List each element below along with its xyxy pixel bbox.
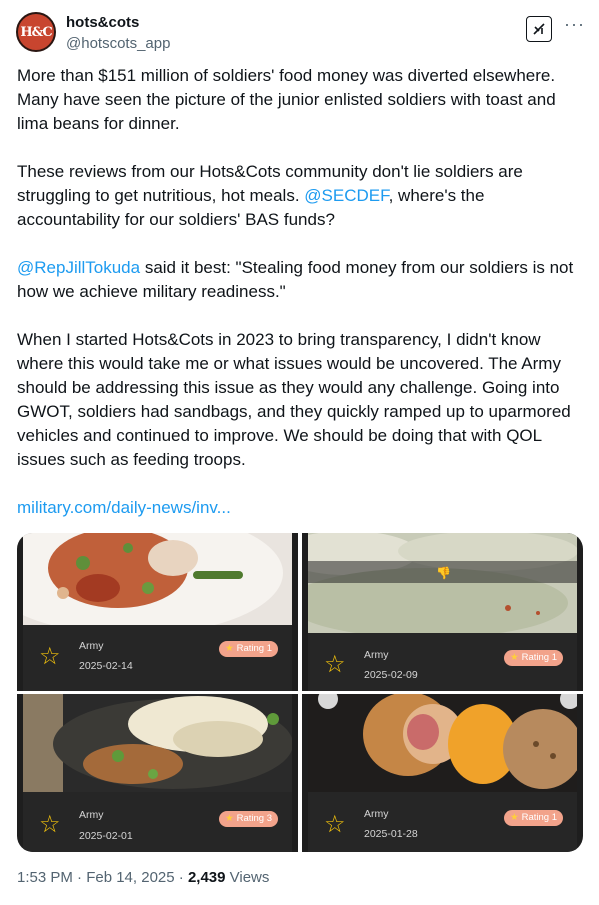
review-card: ☆ Army 2025-02-14 ★ Rating 1: [23, 625, 292, 691]
avatar-logo-text: H&C: [20, 24, 52, 40]
rating-badge: ★ Rating 1: [504, 650, 563, 666]
review-image-2[interactable]: 👎 ☆ Army 2025-02-09 ★ Rating 1: [302, 533, 583, 691]
grok-icon[interactable]: [526, 16, 552, 42]
rating-star-icon: ★: [510, 812, 519, 823]
mention-secdef[interactable]: @SECDEF: [304, 186, 388, 205]
rating-badge: ★ Rating 1: [219, 641, 278, 657]
author-names: hots&cots @hotscots_app: [66, 14, 170, 54]
review-branch: Army: [79, 640, 104, 652]
review-date: 2025-02-01: [79, 830, 133, 842]
mention-repjilltokuda[interactable]: @RepJillTokuda: [17, 258, 140, 277]
review-branch: Army: [364, 649, 389, 661]
tweet-timestamp[interactable]: 1:53 PM · Feb 14, 2025 ·: [17, 869, 188, 886]
rating-label: Rating 1: [521, 812, 557, 823]
media-grid: ☆ Army 2025-02-14 ★ Rating 1 👎 ☆ Army 202…: [17, 533, 583, 852]
review-card: ☆ Army 2025-01-28 ★ Rating 1: [308, 792, 577, 852]
tweet-header: H&C hots&cots @hotscots_app ···: [16, 10, 585, 58]
review-card: ☆ Army 2025-02-09 ★ Rating 1: [308, 633, 577, 691]
tweet-link-paragraph: military.com/daily-news/inv...: [17, 496, 583, 520]
display-name[interactable]: hots&cots: [66, 14, 170, 32]
article-link[interactable]: military.com/daily-news/inv...: [17, 498, 231, 517]
review-date: 2025-02-09: [364, 669, 418, 681]
rating-star-icon: ★: [225, 813, 234, 824]
rating-label: Rating 1: [236, 643, 272, 654]
food-photo: [23, 533, 292, 625]
tweet-paragraph-1: More than $151 million of soldiers' food…: [17, 66, 556, 133]
review-date: 2025-01-28: [364, 828, 418, 840]
review-branch: Army: [79, 809, 104, 821]
rating-label: Rating 1: [521, 652, 557, 663]
rating-badge: ★ Rating 1: [504, 810, 563, 826]
review-image-4[interactable]: ☆ Army 2025-01-28 ★ Rating 1: [302, 694, 583, 852]
svg-text:👎: 👎: [436, 566, 451, 580]
more-options-icon[interactable]: ···: [564, 14, 585, 35]
views-count: 2,439: [187, 869, 226, 886]
tweet-paragraph-3: @RepJillTokuda said it best: "Stealing f…: [17, 256, 583, 304]
review-image-3[interactable]: ☆ Army 2025-02-01 ★ Rating 3: [17, 694, 298, 852]
food-photo: 👎: [308, 533, 577, 633]
avatar[interactable]: H&C: [16, 12, 56, 52]
review-branch: Army: [364, 808, 389, 820]
star-icon: ☆: [39, 643, 61, 670]
user-handle[interactable]: @hotscots_app: [66, 34, 170, 54]
review-date: 2025-02-14: [79, 660, 133, 672]
review-card: ☆ Army 2025-02-01 ★ Rating 3: [23, 792, 292, 852]
star-icon: ☆: [324, 651, 346, 678]
food-photo: [308, 694, 577, 792]
tweet-meta: 1:53 PM · Feb 14, 2025 · 2,439 Views: [17, 869, 269, 886]
tweet-paragraph-2: These reviews from our Hots&Cots communi…: [17, 160, 583, 232]
review-image-1[interactable]: ☆ Army 2025-02-14 ★ Rating 1: [17, 533, 298, 691]
rating-label: Rating 3: [236, 813, 272, 824]
tweet-paragraph-4: When I started Hots&Cots in 2023 to brin…: [17, 330, 571, 469]
rating-star-icon: ★: [225, 643, 234, 654]
views-label: Views: [225, 869, 270, 886]
star-icon: ☆: [324, 811, 346, 838]
rating-star-icon: ★: [510, 652, 519, 663]
tweet-body: More than $151 million of soldiers' food…: [17, 64, 583, 520]
food-photo: [23, 694, 292, 792]
star-icon: ☆: [39, 811, 61, 838]
rating-badge: ★ Rating 3: [219, 811, 278, 827]
